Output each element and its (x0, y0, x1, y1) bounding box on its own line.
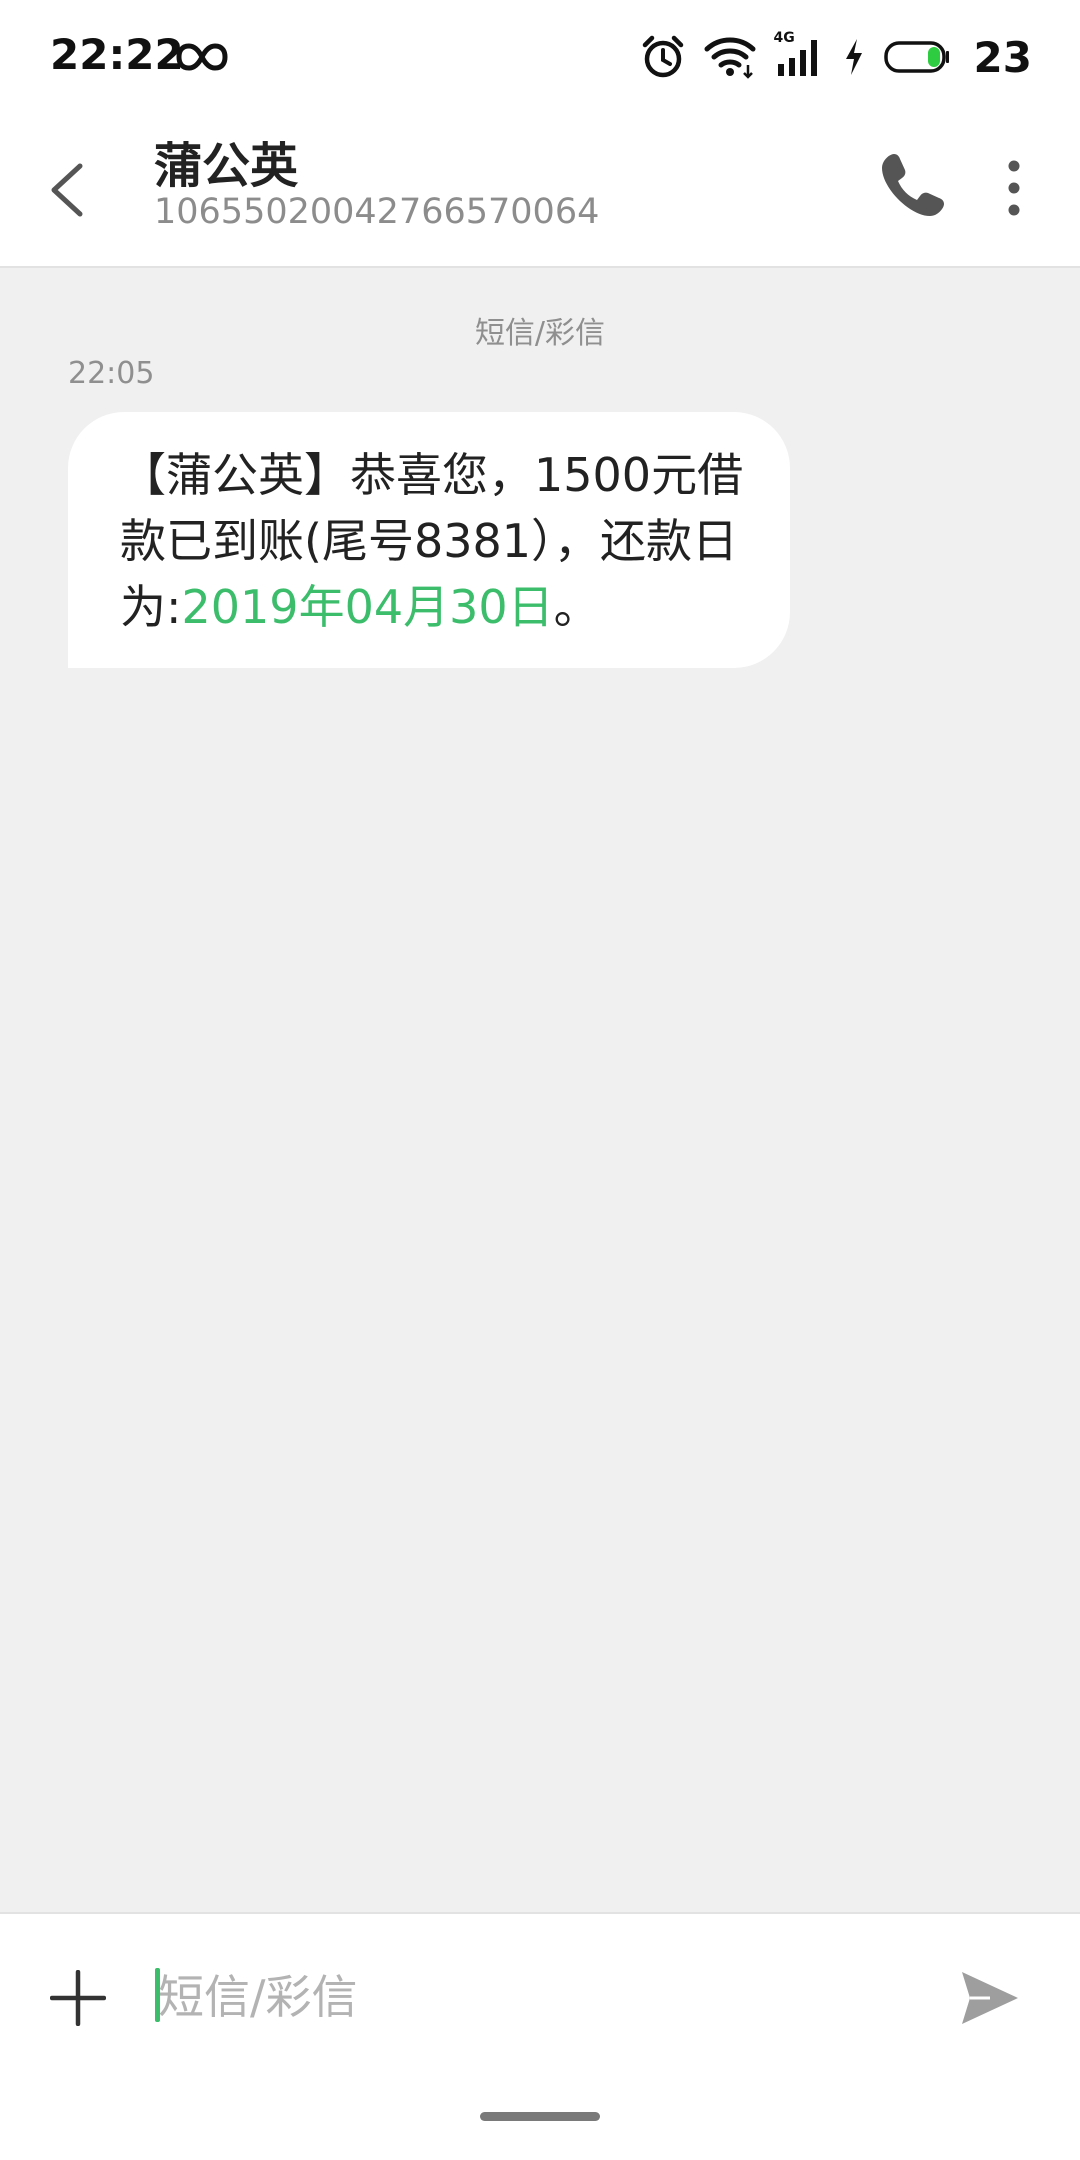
message-input[interactable] (154, 1954, 914, 2040)
message-date-link[interactable]: 2019年04月30日 (182, 580, 554, 634)
compose-bar (0, 1912, 1080, 2160)
status-bar: 22:22 4G 23 (0, 0, 1080, 112)
contact-name: 蒲公英 (154, 138, 299, 194)
phone-icon[interactable] (872, 146, 952, 226)
signal-icon: 4G (774, 30, 824, 80)
back-chevron-icon[interactable] (40, 148, 100, 232)
contact-number: 1065502004276657006​4 (154, 192, 600, 232)
battery-level: 23 (973, 32, 1032, 82)
conversation-header: 蒲公英 1065502004276657006​4 (0, 112, 1080, 268)
text-cursor (155, 1968, 160, 2022)
alarm-icon (642, 35, 683, 78)
more-vertical-icon[interactable] (990, 146, 1038, 230)
message-text-end: 。 (553, 580, 600, 634)
charging-icon (845, 39, 862, 75)
channel-label: 短信/彩信 (474, 316, 606, 351)
message-timestamp: 22:05 (68, 356, 155, 391)
battery-icon (883, 41, 949, 73)
home-indicator[interactable] (480, 2112, 600, 2121)
send-icon[interactable] (960, 1970, 1020, 2026)
wifi-icon (704, 37, 756, 79)
status-icons: 4G 23 (640, 30, 1032, 82)
message-list[interactable]: 短信/彩信 22:05 【蒲公英】恭喜您，1500元借款已到账(尾号8381），… (0, 270, 1080, 1912)
plus-icon[interactable] (50, 1970, 106, 2026)
infinity-icon (176, 43, 228, 71)
message-bubble[interactable]: 【蒲公英】恭喜您，1500元借款已到账(尾号8381），还款日为:2019年04… (68, 412, 790, 668)
status-time: 22:22 (50, 30, 184, 79)
